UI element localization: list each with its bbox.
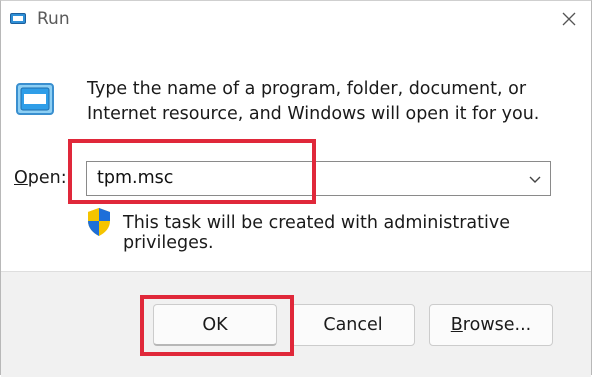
browse-mnemonic: B [450, 315, 463, 335]
close-icon [562, 12, 576, 26]
browse-label-rest: rowse... [462, 315, 532, 335]
browse-button[interactable]: Browse... [429, 304, 553, 346]
dialog-description: Type the name of a program, folder, docu… [87, 77, 557, 127]
title-bar[interactable]: Run [1, 1, 591, 41]
window-title: Run [37, 9, 70, 29]
admin-privileges-note: This task will be created with administr… [123, 213, 510, 253]
open-label: Open: [14, 168, 67, 188]
close-button[interactable] [549, 1, 589, 37]
chevron-down-icon[interactable] [528, 172, 542, 186]
button-bar: OK Cancel Browse... [1, 271, 591, 377]
ok-button[interactable]: OK [153, 304, 277, 346]
open-label-rest: pen: [27, 168, 67, 188]
description-line-2: Internet resource, and Windows will open… [87, 104, 540, 124]
open-label-mnemonic: O [14, 168, 28, 188]
run-dialog: Run Type the name of a program, folder, … [0, 0, 592, 377]
uac-shield-icon [88, 208, 110, 236]
run-app-icon [16, 83, 54, 115]
open-combobox[interactable]: tpm.msc [86, 161, 551, 196]
cancel-button[interactable]: Cancel [291, 304, 415, 346]
open-input[interactable]: tpm.msc [97, 168, 173, 188]
run-app-icon [10, 13, 26, 24]
description-line-1: Type the name of a program, folder, docu… [87, 79, 527, 99]
